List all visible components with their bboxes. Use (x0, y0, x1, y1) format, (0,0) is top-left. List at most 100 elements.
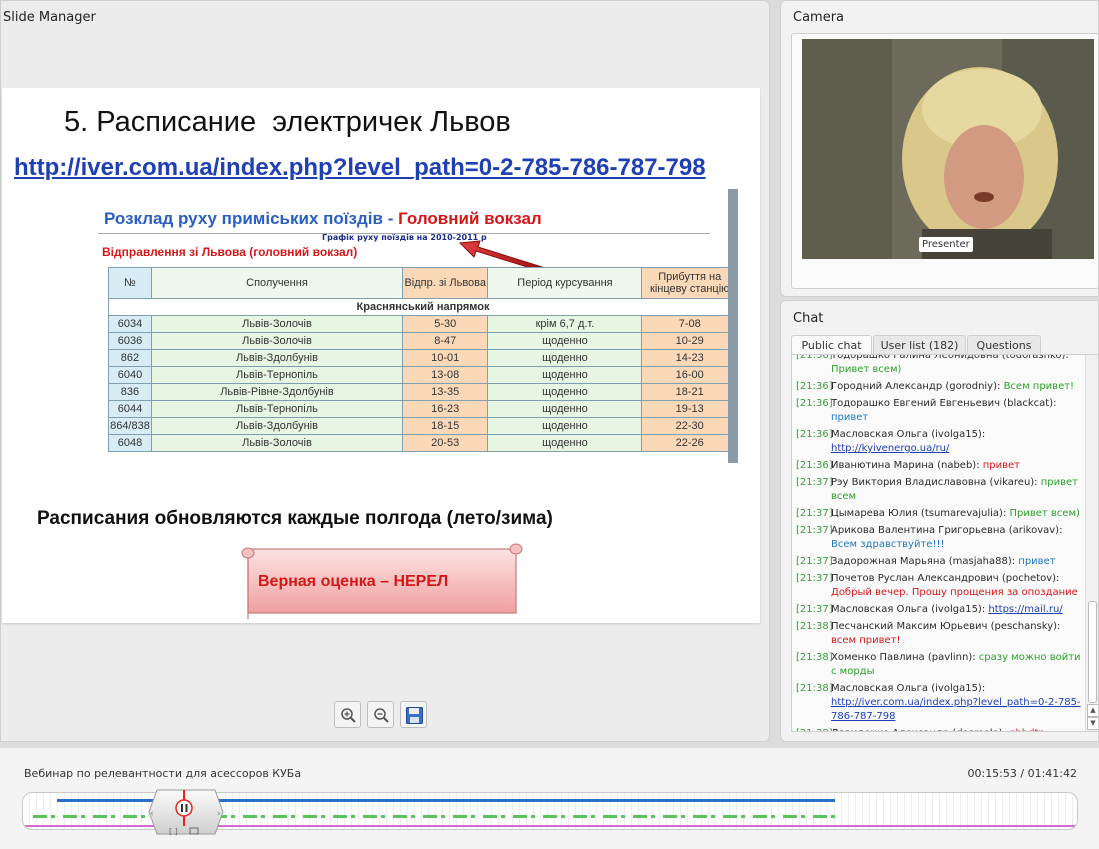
schedule-row: 862 Львів-Здолбунів 10-01 щоденно 14-23 (108, 349, 738, 367)
chat-text: Привет всем) (1009, 508, 1080, 519)
tab-public-chat[interactable]: Public chat (791, 335, 872, 355)
time-display: 00:15:53 / 01:41:42 (967, 767, 1077, 780)
arrival-time-cell: 14-23 (641, 349, 738, 367)
departure-time-cell: 20-53 (401, 434, 489, 452)
schedule-row: 864/838 Львів-Здолбунів 18-15 щоденно 22-30 (108, 417, 738, 435)
chat-scrollbar-thumb[interactable] (1088, 601, 1097, 703)
presenter-label: Presenter (919, 237, 973, 252)
route-cell: Львів-Золочів (150, 434, 403, 452)
chat-text: привет (982, 460, 1021, 471)
chat-timestamp: [21:37] (796, 508, 833, 519)
schedule-heading-red: Головний вокзал (398, 209, 542, 228)
chat-timestamp: [21:38] (796, 727, 833, 731)
chat-message: [21:37] Рэу Виктория Владиславовна (vikar… (796, 476, 1082, 504)
playhead-control[interactable]: ‹ › [ ] (147, 786, 225, 842)
arrival-time-cell: 22-30 (641, 417, 738, 435)
chat-message: [21:36] Тодорашко Галина Леонидовна (todo… (796, 354, 1082, 377)
train-number-cell: 6044 (108, 400, 152, 418)
chat-timestamp: [21:38] (796, 683, 833, 694)
chat-timestamp: [21:38] (796, 652, 833, 663)
chat-timestamp: [21:37] (796, 604, 833, 615)
chat-text: ghbdtn (1009, 728, 1045, 731)
train-number-cell: 6036 (108, 332, 152, 350)
chat-timestamp: [21:36] (796, 398, 833, 409)
chat-message: [21:36] Городний Александр (gorodniy): Вс… (796, 380, 1082, 394)
chat-text: привет (1018, 556, 1056, 567)
train-number-cell: 6040 (108, 366, 152, 384)
col-number: № (108, 267, 152, 299)
chat-author: Тодорашко Галина Леонидовна (todorashko)… (831, 354, 1069, 361)
schedule-image: Розклад руху приміських поїздів - Головн… (84, 189, 738, 463)
arrival-time-cell: 18-21 (641, 383, 738, 401)
chat-author: Рэу Виктория Владиславовна (vikareu): (831, 477, 1041, 488)
period-cell: щоденно (487, 366, 643, 384)
period-cell: щоденно (487, 349, 643, 367)
zoom-in-button[interactable] (334, 701, 361, 728)
chat-timestamp: [21:36] (796, 381, 833, 392)
period-cell: крім 6,7 д.т. (487, 315, 643, 333)
chat-message: [21:37] Масловская Ольга (ivolga15): http… (796, 603, 1082, 617)
chat-message: [21:38] Песчанский Максим Юрьевич (pescha… (796, 620, 1082, 648)
chat-message: [21:37] Почетов Руслан Александрович (poc… (796, 572, 1082, 600)
arrival-time-cell: 19-13 (641, 400, 738, 418)
chat-message: [21:38]Давиденко Александр (dasmolo): gh… (796, 727, 1082, 731)
chat-timestamp: [21:37] (796, 477, 833, 488)
chat-author: Задорожная Марьяна (masjaha88): (831, 556, 1019, 567)
chat-link[interactable]: http://kyivenergo.ua/ru/ (831, 443, 949, 454)
tab-user-list[interactable]: User list (182) (873, 335, 966, 355)
chat-link[interactable]: http://iver.com.ua/index.php?level_path=… (831, 697, 1081, 722)
chat-message: [21:36] Иванютина Марина (nabeb): привет (796, 459, 1082, 473)
slide-url-link[interactable]: http://iver.com.ua/index.php?level_path=… (14, 154, 706, 182)
col-departure: Відпр. зі Львова (401, 267, 489, 299)
col-route: Сполучення (150, 267, 403, 299)
zoom-in-icon (341, 708, 356, 723)
route-cell: Львів-Здолбунів (150, 349, 403, 367)
departure-time-cell: 5-30 (401, 315, 489, 333)
chat-message: [21:38] Масловская Ольга (ivolga15): http… (796, 682, 1082, 724)
chat-text: Всем привет! (1003, 381, 1075, 392)
route-cell: Львів-Тернопіль (150, 400, 403, 418)
tab-questions[interactable]: Questions (967, 335, 1041, 355)
chat-link[interactable]: https://mail.ru/ (988, 604, 1062, 615)
chat-messages: [21:36] Тодорашко Галина Леонидовна (todo… (791, 354, 1099, 732)
chat-title: Chat (793, 311, 824, 326)
period-cell: щоденно (487, 434, 643, 452)
chat-message: [21:36] Тодорашко Евгений Евгеньевич (bla… (796, 397, 1082, 425)
svg-text:[ ]: [ ] (169, 827, 178, 836)
zoom-out-icon (374, 708, 389, 723)
route-cell: Львів-Рівне-Здолбунів (150, 383, 403, 401)
chat-message: [21:37] Арикова Валентина Григорьевна (ar… (796, 524, 1082, 552)
chat-author: Городний Александр (gorodniy): (831, 381, 1004, 392)
chat-author: Тодорашко Евгений Евгеньевич (blackcat): (831, 398, 1057, 409)
col-period: Період курсування (487, 267, 643, 299)
schedule-row: 836 Львів-Рівне-Здолбунів 13-35 щоденно 18-2… (108, 383, 738, 401)
train-number-cell: 6048 (108, 434, 152, 452)
chat-timestamp: [21:37] (796, 556, 833, 567)
col-arrival: Прибуття на кінцеву станцію (641, 267, 738, 299)
schedule-heading-blue: Розклад руху приміських поїздів - (104, 209, 399, 228)
chat-text: Привет всем) (831, 364, 902, 375)
chat-timestamp: [21:36] (796, 429, 833, 440)
save-button[interactable] (400, 701, 427, 728)
scroll-down-icon[interactable]: ▼ (1087, 717, 1098, 730)
departure-time-cell: 8-47 (401, 332, 489, 350)
chat-text: привет (831, 412, 869, 423)
route-cell: Львів-Тернопіль (150, 366, 403, 384)
presenter-video: Presenter (802, 39, 1094, 259)
chat-author: Иванютина Марина (nabeb): (831, 460, 983, 471)
departure-time-cell: 16-23 (401, 400, 489, 418)
route-cell: Львів-Золочів (150, 332, 403, 350)
slide-manager-panel: Slide Manager 5. Расписание электричек Л… (0, 0, 770, 742)
slide: 5. Расписание электричек Львов http://iv… (2, 88, 760, 623)
chat-author: Давиденко Александр (dasmolo): (831, 728, 1009, 731)
chat-scrollbar[interactable]: ▲ ▼ (1085, 355, 1098, 731)
banner-text: Верная оценка – НЕРЕЛ (258, 573, 449, 590)
svg-text:‹: ‹ (150, 809, 154, 819)
chat-author: Цымарева Юлия (tsumarevajulia): (831, 508, 1010, 519)
train-number-cell: 864/838 (108, 417, 152, 435)
zoom-out-button[interactable] (367, 701, 394, 728)
camera-title: Camera (793, 10, 845, 25)
departure-time-cell: 13-35 (401, 383, 489, 401)
schedule-row: 6048 Львів-Золочів 20-53 щоденно 22-26 (108, 434, 738, 452)
scroll-up-icon[interactable]: ▲ (1087, 704, 1098, 717)
